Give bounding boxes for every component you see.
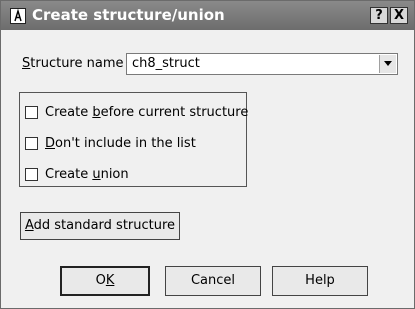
structure-name-value: ch8_struct xyxy=(132,56,200,71)
add-standard-structure-button[interactable]: Add standard structure xyxy=(20,212,180,240)
create-union-label: Create union xyxy=(45,167,129,182)
combo-dropdown-button[interactable] xyxy=(379,55,396,73)
chevron-down-icon xyxy=(384,61,392,66)
cancel-button[interactable]: Cancel xyxy=(165,266,261,296)
app-icon xyxy=(10,8,26,24)
create-structure-dialog: Create structure/union ? X Structure nam… xyxy=(0,0,415,309)
structure-name-combobox[interactable]: ch8_struct xyxy=(126,53,398,75)
dont-include-label: Don't include in the list xyxy=(45,136,196,151)
ok-button[interactable]: OK xyxy=(60,266,150,296)
dont-include-checkbox[interactable] xyxy=(25,137,38,150)
help-title-button[interactable]: ? xyxy=(370,7,388,24)
dialog-title: Create structure/union xyxy=(32,6,225,24)
create-before-checkbox[interactable] xyxy=(25,106,38,119)
structure-name-label: Structure name xyxy=(22,56,124,71)
create-union-checkbox[interactable] xyxy=(25,168,38,181)
title-bar[interactable]: Create structure/union ? X xyxy=(1,1,414,30)
options-group: Create before current structure Don't in… xyxy=(19,92,249,187)
close-button[interactable]: X xyxy=(390,7,408,24)
create-before-label: Create before current structure xyxy=(45,105,249,120)
help-button[interactable]: Help xyxy=(272,266,368,296)
